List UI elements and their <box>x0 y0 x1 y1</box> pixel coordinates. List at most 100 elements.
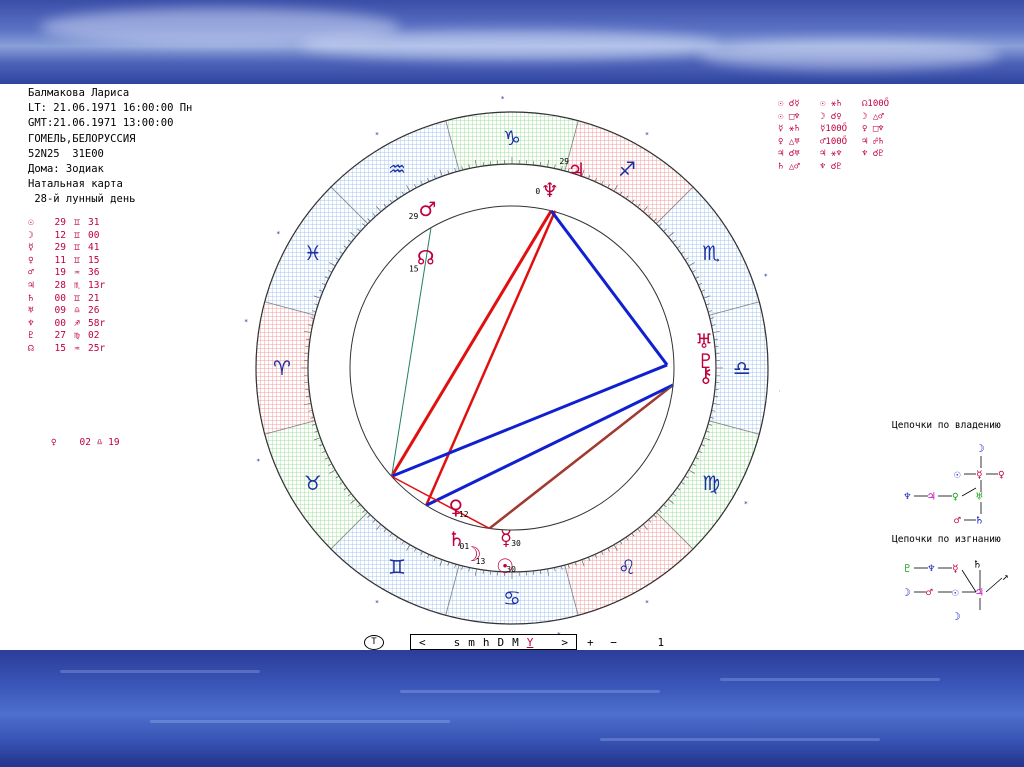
planet-sign: ♎ <box>74 305 80 317</box>
aspect-circle <box>349 205 675 531</box>
planet-min: 02 <box>88 330 100 342</box>
exile-moon-2: ☽ <box>954 610 961 623</box>
chart-planet-degree: 0 <box>535 187 540 196</box>
chart-planet-jupiter: ♃ <box>567 158 585 182</box>
planet-deg: 09 <box>54 305 66 317</box>
chain-saturn: ♄ <box>976 514 983 527</box>
planet-deg: 29 <box>54 217 66 228</box>
planet-min: 00 <box>88 229 100 241</box>
chain-neptune: ♆ <box>904 490 911 503</box>
aspect-row: ♄ △♂ ♆ ☌♇ <box>778 161 904 174</box>
planet-sign: ♊ <box>74 254 80 266</box>
chart-planet-point: ⚷ <box>699 363 714 387</box>
ownership-chains-label: Цепочки по владению <box>892 420 1001 431</box>
aspect-row: ♃ ☌♅ ♃ ⚹♆ ♆ ☌♇ <box>778 148 904 161</box>
planet-min: 13r <box>88 279 106 291</box>
aspect-row: ♀ △♅ ♂100Ő ♃ ☍♄ <box>778 136 904 149</box>
sea-background <box>0 650 1024 767</box>
chart-planet-neptune: ♆ <box>541 178 559 202</box>
astrology-window: Балмакова Лариса LT: 21.06.1971 16:00:00… <box>0 84 1024 650</box>
planet-sign: ♍ <box>74 330 80 342</box>
planet-min: 21 <box>88 292 100 304</box>
sky-background <box>0 0 1024 84</box>
aspects-table: ☉ ☌☿ ☉ ⚹♄ ☊100Ő ☉ □♆ ☽ ☌♀ ☽ △♂ ☿ ⚹♄ ☿100Ő ♀ □♆ ♀ … <box>778 98 904 173</box>
planet-row: ♃ 28 ♏ 13r <box>28 280 105 293</box>
birth-place: ГОМЕЛЬ,БЕЛОРУССИЯ <box>28 132 136 145</box>
planet-glyph: ♇ <box>28 330 34 342</box>
planet-row: ♄ 00 ♊ 21 <box>28 293 105 306</box>
planet-sign: ♊ <box>74 229 80 241</box>
coordinates: 52N25 31E00 <box>28 147 104 160</box>
exile-mercury: ☿ <box>952 562 959 575</box>
local-time: LT: 21.06.1971 16:00:00 Пн <box>28 102 193 115</box>
planet-min: 26 <box>88 305 100 317</box>
outer-marker: * <box>375 599 379 607</box>
planet-glyph: ♃ <box>28 279 34 291</box>
aspect-cell: ☽ △♂ <box>862 111 884 122</box>
wheel-svg: ♈♉♊♋♌♍♎♏♐♑♒♓♂29☊15♆0♃29♄01☽13 ☉30♀12☿ 30♅♇… <box>244 95 783 639</box>
extra-point-sign: ♎ <box>96 437 103 448</box>
aspect-cell: ♆ ☌♇ <box>820 161 842 172</box>
aspect-cell: ☊100Ő <box>862 99 890 109</box>
outer-marker: * <box>500 95 504 103</box>
planet-row: ☊ 15 ♒ 25r <box>28 343 105 356</box>
unit-days[interactable]: D <box>498 636 505 649</box>
aspect-line-red <box>391 475 490 530</box>
chart-planet-degree: 30 <box>506 565 516 574</box>
planet-deg: 27 <box>54 330 66 342</box>
unit-months[interactable]: M <box>512 636 519 649</box>
zodiac-sign-0: ♈ <box>273 356 291 380</box>
chart-planet-degree: 13 <box>476 557 486 566</box>
zodiac-sign-7: ♏ <box>702 241 720 265</box>
planet-deg: 00 <box>54 317 66 329</box>
outer-marker: * <box>744 500 748 508</box>
ownership-chain-diagram: ☽ ☉ ☿ ♀ ♆ ♃ ♀ ♅ ♂ ♄ <box>904 442 1005 527</box>
zodiac-sign-11: ♓ <box>304 241 322 265</box>
aspect-cell: ☉ ☌☿ <box>778 99 800 109</box>
chart-planet-degree: 30 <box>511 539 521 548</box>
chain-mercury: ☿ <box>976 468 983 481</box>
unit-years[interactable]: Y <box>527 636 534 649</box>
natal-chart-wheel[interactable]: ♈ ♉ ♊ ♋ ♌ ♍ ♎ ♏ ♐ ♑ ♒ ♓ ♂ 29 ☊ 15 ♆ 0 ♃ 29 ♄ 01 ☽ 13 ☉ 30 ♀ 12 ☿ 30 ♅ ♇… <box>240 84 783 639</box>
planet-sign: ♊ <box>74 217 80 228</box>
planet-row: ♂ 19 ♒ 36 <box>28 267 105 280</box>
zodiac-sign-3: ♋ <box>503 586 521 610</box>
aspect-cell: ♄ △♂ <box>778 161 800 172</box>
time-step-selector: < s m h D M Y > <box>410 634 577 650</box>
planet-min: 36 <box>88 267 100 279</box>
planet-glyph: ☉ <box>28 217 34 228</box>
extra-point-glyph: ♀ <box>50 437 57 448</box>
chart-planet-degree: 15 <box>409 265 419 274</box>
aspect-row: ☿ ⚹♄ ☿100Ő ♀ □♆ <box>778 123 904 136</box>
step-back-button[interactable]: < <box>419 636 426 649</box>
step-plus-button[interactable]: + <box>587 636 594 649</box>
aspect-cell: ♃ ☍♄ <box>862 136 884 147</box>
aspect-cell: ♃ ⚹♆ <box>820 149 842 159</box>
aspect-cell: ☿ ⚹♄ <box>778 124 800 134</box>
planet-glyph: ♀ <box>28 254 34 266</box>
unit-minutes[interactable]: m <box>468 636 475 649</box>
step-minus-button[interactable]: − <box>610 636 617 649</box>
transit-toggle-button[interactable]: T <box>364 634 384 650</box>
outer-marker: * <box>256 457 260 465</box>
planet-min: 41 <box>88 242 100 254</box>
planet-min: 25r <box>88 342 106 354</box>
chain-jupiter: ♃ <box>928 490 935 503</box>
unit-seconds[interactable]: s <box>454 636 461 649</box>
unit-hours[interactable]: h <box>483 636 490 649</box>
aspect-cell: ♂100Ő <box>820 136 848 147</box>
step-forward-button[interactable]: > <box>561 636 568 649</box>
aspect-row: ☉ ☌☿ ☉ ⚹♄ ☊100Ő <box>778 98 904 111</box>
step-controls: + − 1 <box>577 636 664 649</box>
chart-planet-node: ☊ <box>417 246 435 270</box>
aspect-cell: ♀ △♅ <box>778 136 800 147</box>
exile-neptune: ♆ <box>928 562 935 575</box>
aspect-cell: ♀ □♆ <box>862 124 884 134</box>
planet-sign: ♏ <box>74 279 80 291</box>
exile-pluto: ♇ <box>904 562 911 575</box>
planet-deg: 00 <box>54 292 66 304</box>
extra-point-degree: 02 <box>79 437 91 448</box>
zodiac-sign-10: ♒ <box>388 157 406 181</box>
person-name: Балмакова Лариса <box>28 87 130 99</box>
chain-moon: ☽ <box>978 442 985 455</box>
